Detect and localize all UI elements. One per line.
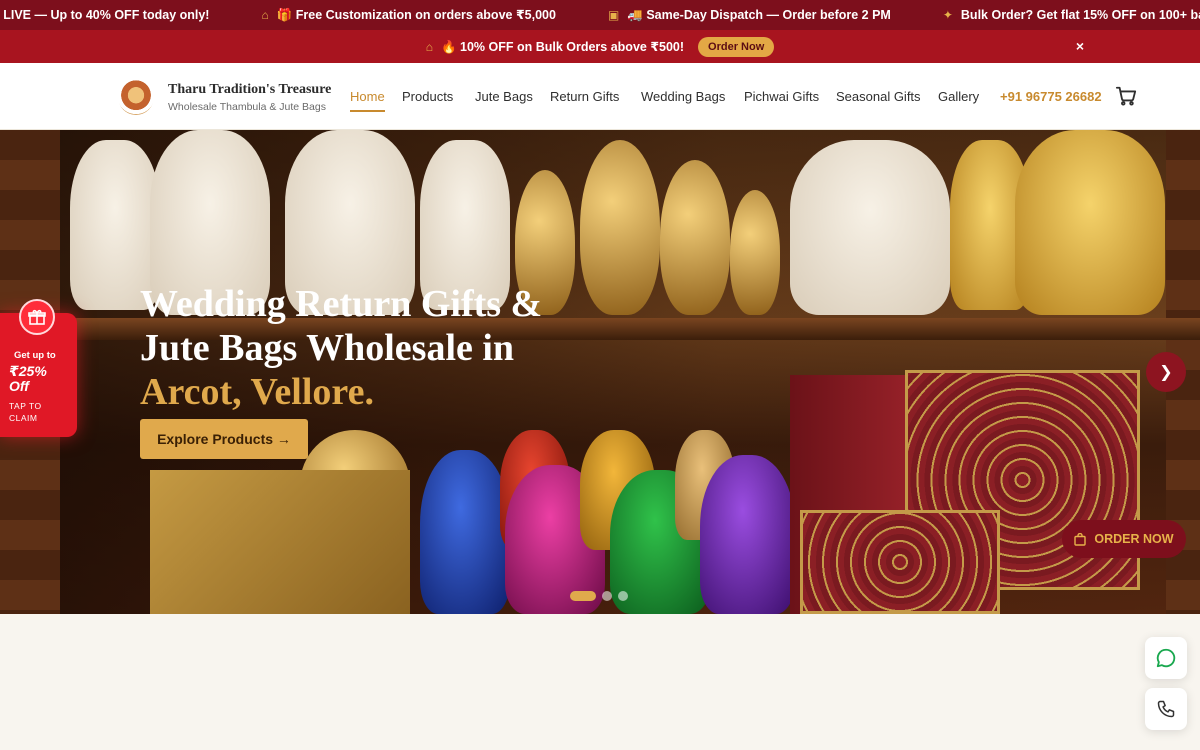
brand-logo[interactable]	[118, 79, 154, 115]
phone-icon	[1157, 700, 1175, 718]
hero-title-line: Wedding Return Gifts &	[140, 283, 543, 325]
explore-products-button[interactable]: Explore Products →	[140, 419, 308, 459]
slider-dots	[570, 591, 628, 601]
truck-icon: ▣	[607, 8, 620, 22]
order-now-button[interactable]: ORDER NOW	[1062, 520, 1186, 558]
brand-tagline: Wholesale Thambula & Jute Bags	[168, 101, 326, 113]
announcement-ticker: Festival Sale LIVE — Up to 40% OFF today…	[0, 0, 1200, 30]
potli-bag-image	[700, 455, 795, 614]
gold-box-image	[150, 470, 410, 614]
nav-home[interactable]: Home	[350, 89, 385, 112]
ticker-item-text: Bulk Order? Get flat 15% OFF on 100+ bag…	[960, 8, 1200, 22]
offer-line: Get up to	[14, 350, 56, 361]
call-button[interactable]	[1145, 688, 1187, 730]
chevron-right-icon: ❯	[1159, 364, 1173, 381]
nav-gallery[interactable]: Gallery	[938, 89, 979, 104]
nav-seasonal-gifts[interactable]: Seasonal Gifts	[836, 89, 921, 104]
ticker-item-text: Festival Sale LIVE — Up to 40% OFF today…	[0, 8, 210, 22]
close-icon[interactable]: ×	[1076, 38, 1084, 54]
ornate-box-image	[800, 510, 1000, 614]
ticker-item: ✦ Bulk Order? Get flat 15% OFF on 100+ b…	[943, 8, 1200, 22]
order-now-label: ORDER NOW	[1094, 532, 1174, 546]
potli-bag-image	[420, 450, 510, 614]
promo-order-now-button[interactable]: Order Now	[698, 36, 775, 57]
hero-title-line: Jute Bags Wholesale in	[140, 327, 515, 369]
hero-banner: Wedding Return Gifts & Jute Bags Wholesa…	[0, 130, 1200, 614]
slider-next-button[interactable]: ❯	[1146, 352, 1186, 392]
slider-dot[interactable]	[570, 591, 596, 601]
promo-bar: ⌂ 🔥 10% OFF on Bulk Orders above ₹500! O…	[0, 30, 1200, 63]
gift-icon	[19, 299, 55, 335]
whatsapp-button[interactable]	[1145, 637, 1187, 679]
cart-icon[interactable]	[1115, 85, 1137, 107]
nav-pichwai-gifts[interactable]: Pichwai Gifts	[744, 89, 819, 104]
ticker-item-text: 🚚 Same-Day Dispatch — Order before 2 PM	[627, 7, 891, 22]
thambulam-bag-image	[790, 140, 950, 315]
brass-vessel-image	[660, 160, 730, 315]
brass-vessel-image	[730, 190, 780, 315]
ticker-item: ▣ 🚚 Same-Day Dispatch — Order before 2 P…	[608, 8, 891, 23]
bag-icon	[1074, 532, 1087, 546]
ticker-item: ⌂ 🎁 Free Customization on orders above ₹…	[261, 7, 555, 23]
offer-badge[interactable]: Get up to ₹25% Off TAP TO CLAIM	[0, 299, 77, 437]
hero-title-accent: Arcot, Vellore.	[140, 371, 374, 413]
ticker-track: Festival Sale LIVE — Up to 40% OFF today…	[0, 0, 1200, 30]
gift-icon: ⌂	[261, 8, 269, 22]
offer-off: Off	[9, 378, 29, 394]
offer-amount: ₹25%	[9, 363, 47, 379]
slider-dot[interactable]	[602, 591, 612, 601]
brand-name[interactable]: Tharu Tradition's Treasure	[168, 82, 331, 98]
ticker-item: Festival Sale LIVE — Up to 40% OFF today…	[0, 8, 209, 22]
sparkle-icon: ✦	[942, 8, 953, 22]
site-header: Tharu Tradition's Treasure Wholesale Tha…	[0, 63, 1200, 130]
nav-products[interactable]: Products	[402, 89, 453, 104]
nav-active-underline	[350, 110, 385, 112]
offer-cta: TAP TO CLAIM	[9, 401, 42, 423]
nav-label: Home	[350, 89, 385, 104]
ticker-item-text: 🎁 Free Customization on orders above ₹5,…	[276, 8, 556, 22]
slider-dot[interactable]	[618, 591, 628, 601]
phone-link[interactable]: +91 96775 26682	[1000, 89, 1102, 104]
chat-icon	[1156, 648, 1176, 668]
nav-wedding-bags[interactable]: Wedding Bags	[641, 89, 725, 104]
gift-icon: ⌂	[425, 39, 433, 54]
promo-text: 🔥 10% OFF on Bulk Orders above ₹500!	[440, 39, 685, 54]
nav-jute-bags[interactable]: Jute Bags	[475, 89, 533, 104]
hero-title: Wedding Return Gifts & Jute Bags Wholesa…	[140, 282, 600, 414]
nav-return-gifts[interactable]: Return Gifts	[550, 89, 619, 104]
gold-bag-image	[1015, 130, 1165, 315]
